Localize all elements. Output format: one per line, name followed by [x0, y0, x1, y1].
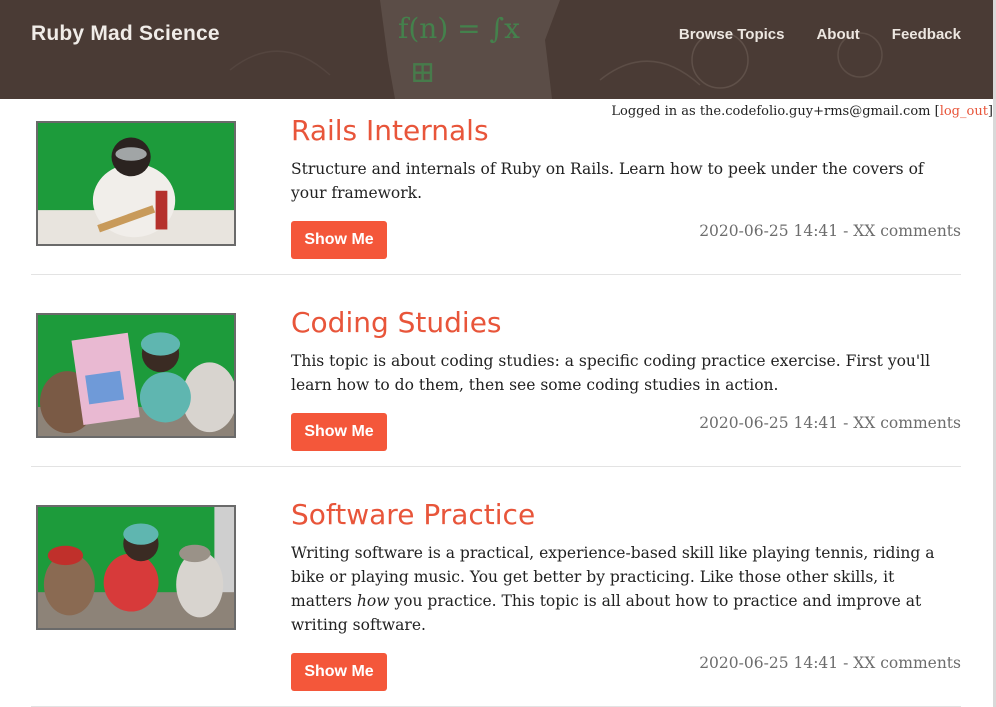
- topic-description: This topic is about coding studies: a sp…: [291, 352, 931, 394]
- login-status: Logged in as the.codefolio.guy+rms@gmail…: [611, 104, 993, 119]
- topic-title[interactable]: Software Practice: [291, 498, 535, 531]
- topic-description: Structure and internals of Ruby on Rails…: [291, 160, 924, 202]
- topic-card-software-practice: Software Practice Writing software is a …: [31, 498, 961, 707]
- monkey-group-image: [38, 507, 234, 628]
- nav-browse-topics[interactable]: Browse Topics: [679, 26, 785, 43]
- topic-meta: 2020-06-25 14:41 - XX comments: [699, 654, 961, 672]
- monkey-reading-image: [38, 315, 234, 436]
- site-brand[interactable]: Ruby Mad Science: [31, 22, 220, 46]
- topic-meta: 2020-06-25 14:41 - XX comments: [699, 414, 961, 432]
- description-emphasis: how: [356, 592, 390, 610]
- show-me-button[interactable]: Show Me: [291, 413, 387, 451]
- nav-about[interactable]: About: [816, 26, 859, 43]
- monkey-lab-image: [38, 123, 234, 244]
- topic-card-coding-studies: Coding Studies This topic is about codin…: [31, 306, 961, 467]
- topic-thumbnail[interactable]: [36, 313, 236, 438]
- chalkboard-background: f(n) = ∫x ⊞: [0, 0, 993, 99]
- main-nav: Browse Topics About Feedback: [679, 26, 961, 43]
- topic-description: Writing software is a practical, experie…: [291, 541, 959, 637]
- svg-text:f(n) = ∫x: f(n) = ∫x: [398, 12, 520, 45]
- topic-meta: 2020-06-25 14:41 - XX comments: [699, 222, 961, 240]
- show-me-button[interactable]: Show Me: [291, 653, 387, 691]
- topic-thumbnail[interactable]: [36, 121, 236, 246]
- topic-title[interactable]: Rails Internals: [291, 114, 489, 147]
- login-bracket: ]: [987, 104, 993, 119]
- site-header: f(n) = ∫x ⊞ Ruby Mad Science Browse Topi…: [0, 0, 993, 99]
- show-me-button[interactable]: Show Me: [291, 221, 387, 259]
- logout-link[interactable]: log_out: [940, 104, 988, 119]
- svg-text:⊞: ⊞: [410, 55, 435, 90]
- login-text: Logged in as the.codefolio.guy+rms@gmail…: [611, 104, 940, 119]
- nav-feedback[interactable]: Feedback: [892, 26, 961, 43]
- topic-card-rails-internals: Rails Internals Structure and internals …: [31, 114, 961, 275]
- topic-title[interactable]: Coding Studies: [291, 306, 502, 339]
- topic-thumbnail[interactable]: [36, 505, 236, 630]
